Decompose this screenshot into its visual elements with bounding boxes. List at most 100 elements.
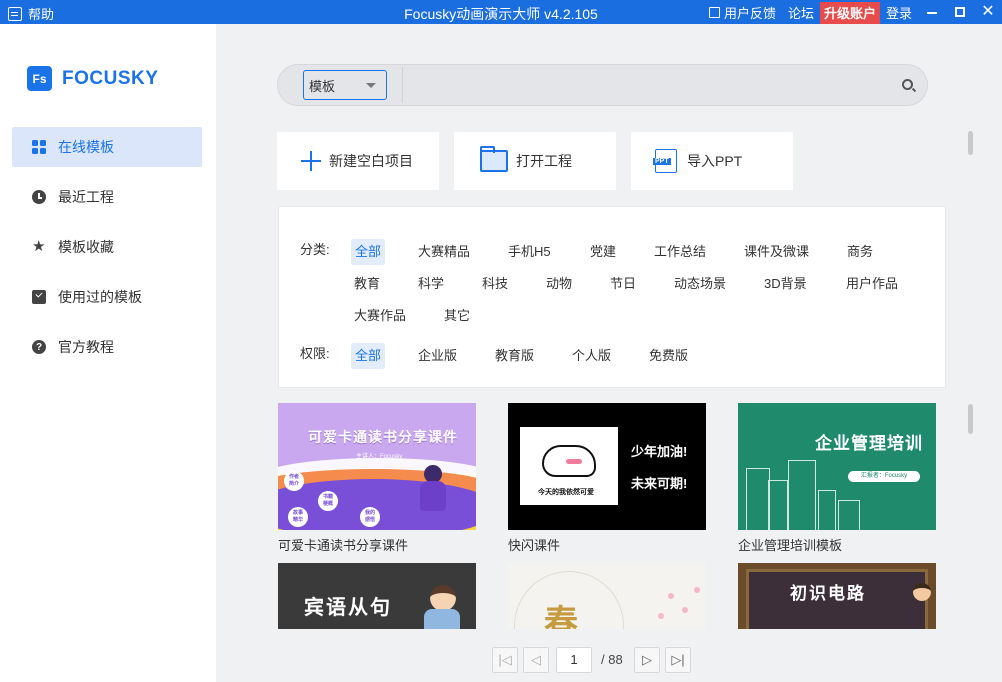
new-blank-project-button[interactable]: 新建空白项目 bbox=[277, 132, 439, 190]
search-type-select[interactable]: 模板 bbox=[303, 70, 387, 100]
template-thumbnail: 今天的我依然可爱 少年加油! 未来可期! bbox=[508, 403, 706, 530]
category-tag[interactable]: 动物 bbox=[546, 271, 572, 297]
import-ppt-label: 导入PPT bbox=[687, 153, 743, 169]
category-tag[interactable]: 教育 bbox=[354, 271, 380, 297]
next-page-button[interactable]: ▷ bbox=[634, 647, 660, 673]
category-tag[interactable]: 3D背景 bbox=[764, 271, 807, 297]
template-name: 企业管理培训模板 bbox=[738, 538, 843, 553]
new-project-label: 新建空白项目 bbox=[329, 153, 413, 169]
category-tag[interactable]: 大赛作品 bbox=[354, 303, 406, 329]
title-bar: 帮助 Focusky动画演示大师 v4.2.105 用户反馈 论坛 升级账户 登… bbox=[0, 0, 1002, 24]
logo-name: FOCUSKY bbox=[62, 67, 159, 89]
first-page-button[interactable]: |◁ bbox=[492, 647, 518, 673]
category-label: 分类: bbox=[300, 242, 330, 257]
template-name: 快闪课件 bbox=[508, 538, 561, 553]
thumb-line2: 未来可期! bbox=[631, 476, 688, 491]
permission-tag-all[interactable]: 全部 bbox=[351, 343, 386, 369]
sidebar-item-label: 官方教程 bbox=[58, 339, 114, 355]
search-bar: 模板 bbox=[277, 64, 928, 106]
thumb-title: 企业管理培训 bbox=[815, 434, 923, 453]
thumb-caption: 今天的我依然可爱 bbox=[538, 489, 594, 496]
template-thumbnail: 初识电路 bbox=[738, 563, 936, 629]
category-tag[interactable]: 商务 bbox=[847, 239, 873, 265]
permission-tag[interactable]: 个人版 bbox=[572, 343, 611, 369]
category-tag[interactable]: 节日 bbox=[610, 271, 636, 297]
thumb-subtitle: 主讲人：Focusky bbox=[356, 454, 403, 460]
prev-page-button[interactable]: ◁ bbox=[523, 647, 549, 673]
maximize-icon bbox=[955, 7, 965, 17]
login-button[interactable]: 登录 bbox=[880, 0, 918, 24]
category-tag-all[interactable]: 全部 bbox=[351, 239, 386, 265]
thumb-title: 宾语从句 bbox=[304, 597, 392, 619]
checklist-icon bbox=[32, 290, 46, 304]
category-tag[interactable]: 党建 bbox=[590, 239, 616, 265]
scrollbar-top[interactable] bbox=[968, 131, 973, 155]
page-number-input[interactable]: 1 bbox=[556, 647, 592, 673]
sidebar-item-online-templates[interactable]: 在线模板 bbox=[12, 127, 202, 167]
template-card[interactable]: 宾语从句 bbox=[278, 563, 476, 629]
category-tag[interactable]: 科学 bbox=[418, 271, 444, 297]
import-ppt-button[interactable]: PPT 导入PPT bbox=[631, 132, 793, 190]
template-name: 可爱卡通读书分享课件 bbox=[278, 538, 409, 553]
feedback-button[interactable]: 用户反馈 bbox=[703, 0, 782, 24]
template-card[interactable]: 今天的我依然可爱 少年加油! 未来可期! 快闪课件 bbox=[508, 403, 706, 554]
category-tag[interactable]: 课件及微课 bbox=[744, 239, 809, 265]
thumb-bubble: 书籍 梗概 bbox=[318, 491, 338, 511]
folder-icon bbox=[480, 146, 508, 172]
chevron-down-icon bbox=[366, 83, 376, 88]
sidebar-item-label: 模板收藏 bbox=[58, 239, 114, 255]
sidebar-item-recent-projects[interactable]: 最近工程 bbox=[12, 177, 202, 217]
sidebar-item-used-templates[interactable]: 使用过的模板 bbox=[12, 277, 202, 317]
plus-icon bbox=[301, 151, 321, 171]
permission-tag[interactable]: 企业版 bbox=[418, 343, 457, 369]
template-card[interactable]: 企业管理培训 汇报者：Focusky 企业管理培训模板 bbox=[738, 403, 936, 554]
scrollbar-templates[interactable] bbox=[968, 404, 973, 434]
sidebar: Fs FOCUSKY 在线模板 最近工程 ★ 模板收藏 使用过的模板 ? 官方教… bbox=[0, 24, 216, 682]
category-tag[interactable]: 其它 bbox=[444, 303, 470, 329]
thumb-title: 初识电路 bbox=[790, 584, 866, 603]
feedback-label: 用户反馈 bbox=[723, 5, 776, 21]
open-project-button[interactable]: 打开工程 bbox=[454, 132, 616, 190]
category-tag[interactable]: 用户作品 bbox=[846, 271, 898, 297]
permission-label: 权限: bbox=[300, 346, 330, 361]
thumb-title: 春 bbox=[544, 604, 578, 629]
minimize-button[interactable] bbox=[918, 0, 946, 24]
upgrade-account-button[interactable]: 升级账户 bbox=[819, 1, 880, 24]
maximize-button[interactable] bbox=[946, 0, 974, 24]
template-thumbnail: 宾语从句 bbox=[278, 563, 476, 629]
category-tag[interactable]: 动态场景 bbox=[674, 271, 726, 297]
search-type-value: 模板 bbox=[309, 78, 336, 94]
category-tag[interactable]: 工作总结 bbox=[654, 239, 706, 265]
grid-icon bbox=[32, 140, 46, 154]
star-icon: ★ bbox=[32, 238, 46, 255]
last-page-button[interactable]: ▷| bbox=[665, 647, 691, 673]
search-icon[interactable] bbox=[902, 79, 913, 90]
app-logo: Fs FOCUSKY bbox=[27, 66, 158, 91]
ghost-illustration: 今天的我依然可爱 bbox=[520, 427, 618, 505]
permission-tag[interactable]: 教育版 bbox=[495, 343, 534, 369]
search-input[interactable] bbox=[412, 71, 882, 101]
category-tag[interactable]: 手机H5 bbox=[508, 239, 551, 265]
sidebar-item-tutorials[interactable]: ? 官方教程 bbox=[12, 327, 202, 367]
forum-link[interactable]: 论坛 bbox=[782, 0, 820, 24]
template-card[interactable]: 春 bbox=[508, 563, 706, 629]
sidebar-item-label: 最近工程 bbox=[58, 189, 114, 205]
sidebar-item-label: 使用过的模板 bbox=[58, 289, 142, 305]
template-card[interactable]: 初识电路 bbox=[738, 563, 936, 629]
pagination: |◁ ◁ 1 / 88 ▷ ▷| bbox=[0, 647, 1002, 673]
thumb-bubble: 我的 感悟 bbox=[360, 507, 380, 527]
category-tag[interactable]: 科技 bbox=[482, 271, 508, 297]
close-button[interactable]: ✕ bbox=[974, 0, 1002, 24]
logo-mark: Fs bbox=[27, 66, 52, 91]
search-divider bbox=[402, 67, 403, 103]
close-icon: ✕ bbox=[981, 3, 995, 20]
filter-panel: 分类: 全部 大赛精品 手机H5 党建 工作总结 课件及微课 商务 教育 科学 … bbox=[278, 206, 946, 388]
template-thumbnail: 春 bbox=[508, 563, 706, 629]
sidebar-item-favorites[interactable]: ★ 模板收藏 bbox=[12, 227, 202, 267]
question-icon: ? bbox=[32, 340, 46, 354]
template-thumbnail: 可爱卡通读书分享课件 主讲人：Focusky 作者 简介 书籍 梗概 我的 感悟… bbox=[278, 403, 476, 530]
minimize-icon bbox=[927, 12, 937, 14]
template-card[interactable]: 可爱卡通读书分享课件 主讲人：Focusky 作者 简介 书籍 梗概 我的 感悟… bbox=[278, 403, 476, 554]
permission-tag[interactable]: 免费版 bbox=[649, 343, 688, 369]
category-tag[interactable]: 大赛精品 bbox=[418, 239, 470, 265]
